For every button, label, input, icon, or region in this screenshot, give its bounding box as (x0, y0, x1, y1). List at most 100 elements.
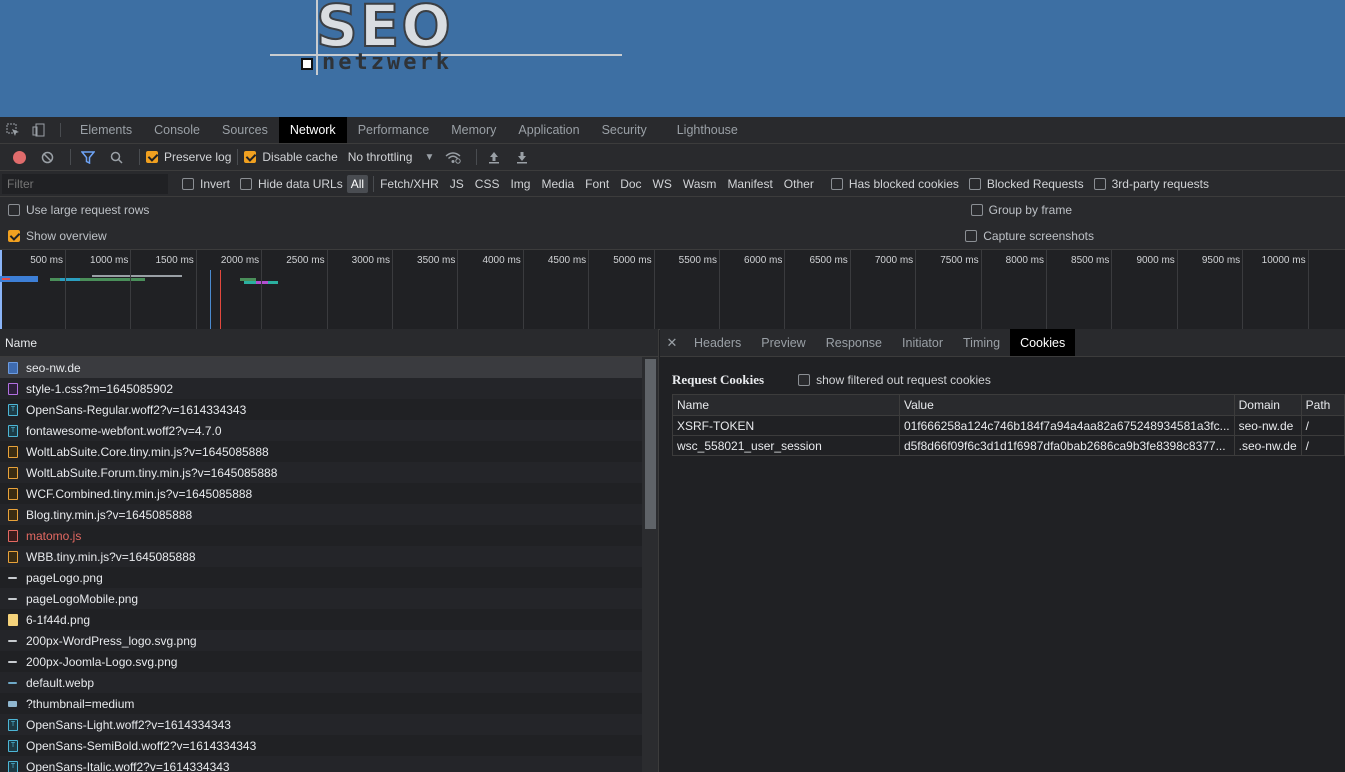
filter-type-js[interactable]: JS (446, 175, 468, 193)
cookie-column-name[interactable]: Name (672, 394, 900, 416)
disable-cache-checkbox[interactable]: Disable cache (244, 150, 338, 164)
tab-initiator[interactable]: Initiator (892, 329, 953, 356)
close-icon[interactable]: ✕ (660, 329, 684, 356)
record-icon[interactable] (8, 147, 30, 167)
tab-security[interactable]: Security (591, 117, 658, 143)
network-overview-timeline[interactable]: 500 ms 1000 ms 1500 ms 2000 ms 2500 ms 3000 m… (0, 249, 1345, 330)
request-row[interactable]: pageLogoMobile.png (0, 588, 642, 609)
has-blocked-cookies-checkbox[interactable]: Has blocked cookies (830, 177, 959, 191)
export-har-icon[interactable] (511, 147, 533, 167)
request-row[interactable]: WoltLabSuite.Forum.tiny.min.js?v=1645085… (0, 462, 642, 483)
scrollbar-thumb[interactable] (645, 359, 656, 529)
filter-type-ws[interactable]: WS (649, 175, 676, 193)
tab-timing[interactable]: Timing (953, 329, 1010, 356)
request-row[interactable]: 200px-Joomla-Logo.svg.png (0, 651, 642, 672)
filter-type-media[interactable]: Media (537, 175, 578, 193)
group-by-frame-label: Group by frame (988, 203, 1072, 217)
request-row[interactable]: seo-nw.de (0, 357, 642, 378)
tab-application[interactable]: Application (507, 117, 590, 143)
inspect-element-icon[interactable] (0, 117, 26, 143)
tab-headers[interactable]: Headers (684, 329, 751, 356)
tab-console[interactable]: Console (143, 117, 211, 143)
tab-response[interactable]: Response (816, 329, 892, 356)
file-type-jserr-icon (8, 529, 18, 542)
cookie-name: wsc_558021_user_session (672, 435, 900, 456)
hide-data-urls-checkbox[interactable]: Hide data URLs (240, 177, 343, 191)
tab-cookies[interactable]: Cookies (1010, 329, 1076, 356)
request-row[interactable]: T OpenSans-Regular.woff2?v=1614334343 (0, 399, 642, 420)
throttling-select[interactable]: No throttling ▼ (348, 150, 435, 164)
tab-lighthouse[interactable]: Lighthouse (666, 117, 749, 143)
clear-icon[interactable] (36, 147, 58, 167)
large-request-rows-checkbox[interactable]: Use large request rows (8, 203, 149, 217)
name-column-header[interactable]: Name (0, 329, 658, 357)
request-row[interactable]: Blog.tiny.min.js?v=1645085888 (0, 504, 642, 525)
seo-netzwerk-logo[interactable]: SEO netzwerk (270, 0, 630, 80)
timeline-left-handle[interactable] (0, 250, 2, 329)
invert-checkbox[interactable]: Invert (182, 177, 230, 191)
request-list-scrollbar[interactable] (642, 357, 658, 772)
disable-cache-label: Disable cache (262, 150, 338, 164)
request-row[interactable]: 6-1f44d.png (0, 609, 642, 630)
capture-screenshots-checkbox[interactable]: Capture screenshots (965, 229, 1094, 243)
tab-elements[interactable]: Elements (69, 117, 143, 143)
tab-network[interactable]: Network (278, 117, 347, 143)
timeline-tick: 2000 ms (221, 250, 263, 329)
request-row[interactable]: ?thumbnail=medium (0, 693, 642, 714)
cookie-column-value[interactable]: Value (898, 394, 1235, 416)
request-row[interactable]: WCF.Combined.tiny.min.js?v=1645085888 (0, 483, 642, 504)
filter-type-img[interactable]: Img (506, 175, 534, 193)
request-row[interactable]: 200px-WordPress_logo.svg.png (0, 630, 642, 651)
tab-memory[interactable]: Memory (440, 117, 507, 143)
filter-type-other[interactable]: Other (780, 175, 818, 193)
tab-sources[interactable]: Sources (211, 117, 279, 143)
checkbox-icon (965, 230, 978, 242)
filter-type-fetch-xhr[interactable]: Fetch/XHR (376, 175, 443, 193)
request-row[interactable]: WBB.tiny.min.js?v=1645085888 (0, 546, 642, 567)
request-row[interactable]: matomo.js (0, 525, 642, 546)
checkbox-icon (798, 374, 811, 386)
request-row[interactable]: T OpenSans-Light.woff2?v=1614334343 (0, 714, 642, 735)
file-type-img-icon (8, 639, 17, 642)
filter-type-doc[interactable]: Doc (616, 175, 645, 193)
request-row[interactable]: Tfontawesome-webfont.woff2?v=4.7.0 (0, 420, 642, 441)
request-row[interactable]: T OpenSans-Italic.woff2?v=1614334343 (0, 756, 642, 772)
network-conditions-icon[interactable] (442, 147, 464, 167)
device-toolbar-icon[interactable] (26, 117, 52, 143)
filter-input[interactable] (2, 173, 168, 194)
options-row-2: Show overview Capture screenshots (0, 223, 1345, 249)
file-type-js-icon (8, 445, 18, 458)
cookie-row[interactable]: XSRF-TOKEN 01f666258a124c746b184f7a94a4a… (672, 415, 1345, 436)
request-row[interactable]: style-1.css?m=1645085902 (0, 378, 642, 399)
request-row[interactable]: WoltLabSuite.Core.tiny.min.js?v=16450858… (0, 441, 642, 462)
tab-performance[interactable]: Performance (347, 117, 441, 143)
blocked-requests-label: Blocked Requests (986, 176, 1084, 191)
filter-type-css[interactable]: CSS (471, 175, 504, 193)
third-party-requests-checkbox[interactable]: 3rd-party requests (1093, 177, 1209, 191)
devtools-tabbar: Elements Console Sources Network Perform… (0, 117, 1345, 144)
preserve-log-checkbox[interactable]: Preserve log (146, 150, 231, 164)
timeline-tick: 8000 ms (1006, 250, 1047, 329)
show-overview-checkbox[interactable]: Show overview (8, 229, 107, 243)
show-filtered-cookies-checkbox[interactable]: show filtered out request cookies (798, 373, 991, 387)
tab-preview[interactable]: Preview (751, 329, 815, 356)
cookie-column-domain[interactable]: Domain (1233, 394, 1302, 416)
cookie-column-path[interactable]: Path (1300, 394, 1345, 416)
timeline-tick-label: 8500 ms (1071, 255, 1110, 266)
group-by-frame-checkbox[interactable]: Group by frame (970, 203, 1072, 217)
cookie-row[interactable]: wsc_558021_user_session d5f8d66f09f6c3d1… (672, 435, 1345, 456)
filter-icon[interactable] (77, 147, 99, 167)
search-icon[interactable] (105, 147, 127, 167)
request-row[interactable]: pageLogo.png (0, 567, 642, 588)
request-row[interactable]: default.webp (0, 672, 642, 693)
filter-type-wasm[interactable]: Wasm (679, 175, 721, 193)
request-name: 200px-Joomla-Logo.svg.png (26, 654, 178, 669)
logo-netzwerk-text: netzwerk (322, 50, 452, 75)
filter-type-all[interactable]: All (346, 174, 369, 193)
timeline-tick: 7000 ms (875, 250, 917, 329)
blocked-requests-checkbox[interactable]: Blocked Requests (968, 176, 1084, 191)
request-row[interactable]: T OpenSans-SemiBold.woff2?v=1614334343 (0, 735, 642, 756)
filter-type-manifest[interactable]: Manifest (723, 175, 776, 193)
import-har-icon[interactable] (483, 147, 505, 167)
filter-type-font[interactable]: Font (581, 175, 613, 193)
